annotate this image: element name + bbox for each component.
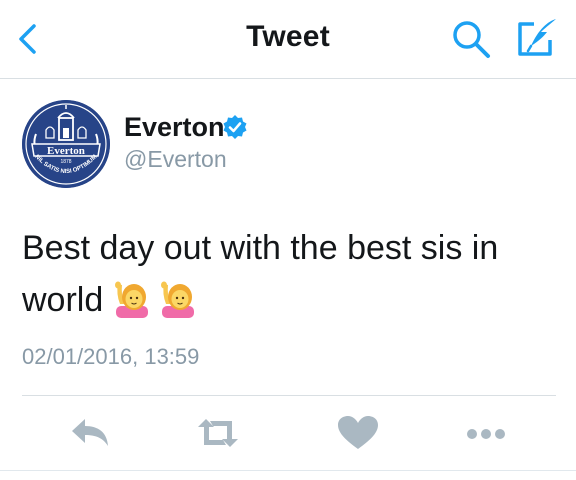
user-handle[interactable]: @Everton: [124, 146, 227, 173]
more-icon[interactable]: [464, 414, 508, 452]
compose-icon[interactable]: [514, 16, 560, 60]
tweet-text-word: world: [22, 281, 104, 319]
tweet-text-line-1: Best day out with the best sis in: [22, 229, 499, 267]
crest-year: 1878: [60, 159, 71, 165]
raising-hand-emoji-icon: [115, 281, 149, 318]
tweet-timestamp: 02/01/2016, 13:59: [22, 344, 200, 369]
crest-name: Everton: [47, 145, 85, 157]
reply-icon[interactable]: [68, 414, 112, 452]
everton-crest-logo: Everton 1878 NIL SATIS NISI OPTIMUM: [22, 100, 110, 188]
navigation-bar: Tweet: [0, 0, 576, 79]
search-icon[interactable]: [450, 18, 494, 60]
tweet-text: Best day out with the best sis in world: [22, 222, 552, 326]
bottom-divider: [0, 470, 576, 471]
heart-icon[interactable]: [336, 414, 380, 452]
divider: [22, 395, 556, 396]
raising-hand-emoji-icon: [161, 281, 195, 318]
tweet-text-line-2: world: [22, 274, 552, 326]
retweet-icon[interactable]: [196, 414, 240, 452]
avatar[interactable]: Everton 1878 NIL SATIS NISI OPTIMUM: [22, 100, 110, 188]
display-name[interactable]: Everton: [124, 112, 225, 143]
verified-badge-icon: [223, 115, 247, 139]
